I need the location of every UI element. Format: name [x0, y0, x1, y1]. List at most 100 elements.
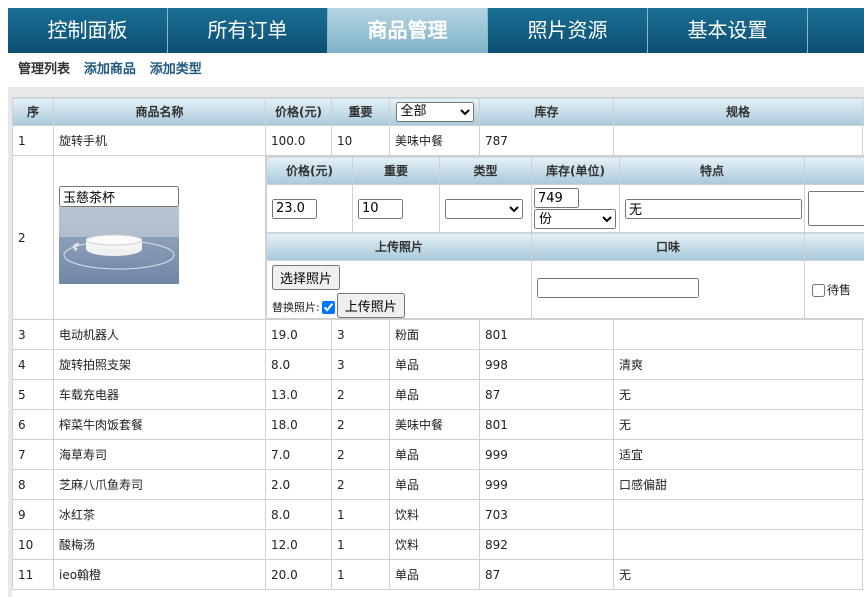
cell-name: 冰红茶 — [53, 499, 266, 530]
cell-stock: 801 — [479, 319, 614, 350]
price-input[interactable] — [272, 198, 317, 219]
cell-price: 20.0 — [265, 559, 332, 590]
table-row[interactable]: 9 冰红茶 8.0 1 饮料 703 — [12, 499, 864, 530]
edit-seq: 2 — [12, 155, 54, 320]
tab-photos[interactable]: 照片资源 — [488, 8, 648, 53]
cell-name: 电动机器人 — [53, 319, 266, 350]
cell-price: 18.0 — [265, 409, 332, 440]
cell-spec: 无 — [613, 379, 863, 410]
cell-type: 饮料 — [389, 529, 480, 560]
cell-spec: 适宜 — [613, 439, 863, 470]
upload-photo-cell: 选择照片 替换照片: 上传照片 — [266, 260, 532, 319]
table-row[interactable]: 5 车载充电器 13.0 2 单品 87 无 — [12, 379, 864, 410]
table-row[interactable]: 3 电动机器人 19.0 3 粉面 801 — [12, 319, 864, 350]
type-select[interactable] — [445, 198, 523, 219]
header-name: 商品名称 — [53, 97, 266, 126]
tab-more[interactable]: 范 — [808, 8, 864, 53]
cell-stock: 787 — [479, 125, 614, 156]
cell-priority: 2 — [331, 379, 390, 410]
sub-nav: 管理列表 添加商品 添加类型 — [8, 53, 864, 87]
cell-seq: 7 — [12, 439, 54, 470]
taste-textarea[interactable] — [537, 278, 699, 298]
table-row[interactable]: 11 ieo翰橙 20.0 1 单品 87 无 — [12, 559, 864, 590]
unit-select[interactable]: 份 — [534, 209, 616, 229]
cell-spec — [613, 319, 863, 350]
edit-feature-cell — [619, 184, 805, 233]
table-row[interactable]: 7 海草寿司 7.0 2 单品 999 适宜 — [12, 439, 864, 470]
edit-stock-cell: 份 — [531, 184, 620, 233]
cell-name: 芝麻八爪鱼寿司 — [53, 469, 266, 500]
pending-checkbox[interactable] — [812, 284, 825, 297]
table-row[interactable]: 6 榨菜牛肉饭套餐 18.0 2 美味中餐 801 无 — [12, 409, 864, 440]
cell-price: 12.0 — [265, 529, 332, 560]
cell-price: 8.0 — [265, 349, 332, 380]
edit-upload-row: 选择照片 替换照片: 上传照片 待售 — [266, 260, 864, 319]
cell-name: 海草寿司 — [53, 439, 266, 470]
table-header-row: 序 商品名称 价格(元) 重要 全部 库存 规格 — [12, 97, 864, 126]
cell-priority: 1 — [331, 529, 390, 560]
cell-stock: 703 — [479, 499, 614, 530]
cell-seq: 8 — [12, 469, 54, 500]
upload-photo-button[interactable]: 上传照片 — [336, 293, 405, 318]
cell-type: 单品 — [389, 349, 480, 380]
cell-stock: 999 — [479, 469, 614, 500]
cell-name: 酸梅汤 — [53, 529, 266, 560]
edit-detail-table: 价格(元) 重要 类型 库存(单位) 特点 23.0 10 749 份 无 上传… — [266, 156, 864, 319]
edit-detail-cell: 价格(元) 重要 类型 库存(单位) 特点 23.0 10 749 份 无 上传… — [265, 155, 864, 320]
table-row[interactable]: 10 酸梅汤 12.0 1 饮料 892 — [12, 529, 864, 560]
replace-photo-checkbox[interactable] — [321, 301, 335, 314]
cell-spec: 口感偏甜 — [613, 469, 863, 500]
choose-photo-button[interactable]: 选择照片 — [272, 265, 341, 290]
cell-price: 7.0 — [265, 439, 332, 470]
subnav-add-product[interactable]: 添加商品 — [84, 53, 136, 87]
edit-price-cell — [266, 184, 353, 233]
table-row[interactable]: 8 芝麻八爪鱼寿司 2.0 2 单品 999 口感偏甜 — [12, 469, 864, 500]
cell-type: 单品 — [389, 469, 480, 500]
top-nav: 控制面板 所有订单 商品管理 照片资源 基本设置 范 — [8, 8, 864, 53]
table-row[interactable]: 1 旋转手机 100.0 10 美味中餐 787 — [12, 125, 864, 156]
cell-type: 美味中餐 — [389, 125, 480, 156]
feature-input[interactable] — [625, 198, 802, 219]
tab-orders[interactable]: 所有订单 — [168, 8, 328, 53]
header-stock: 库存 — [479, 97, 614, 126]
edit-row: 2 玉慈茶杯 价格(元) 重要 类型 库存(单位) 特点 23.0 10 749… — [12, 155, 864, 320]
replace-photo-label: 替换照片: — [272, 301, 320, 314]
cell-seq: 6 — [12, 409, 54, 440]
cell-name: 旋转手机 — [53, 125, 266, 156]
cell-type: 粉面 — [389, 319, 480, 350]
cell-priority: 2 — [331, 469, 390, 500]
edit-type-cell — [439, 184, 532, 233]
subnav-add-type[interactable]: 添加类型 — [150, 53, 202, 87]
cell-seq: 5 — [12, 379, 54, 410]
table-row[interactable]: 4 旋转拍照支架 8.0 3 单品 998 清爽 — [12, 349, 864, 380]
edit-header-extra — [804, 156, 864, 185]
priority-input[interactable] — [358, 198, 403, 219]
edit-header-price: 价格(元) — [266, 156, 353, 185]
cell-spec: 无 — [613, 409, 863, 440]
cell-priority: 10 — [331, 125, 390, 156]
extra-input[interactable] — [808, 191, 864, 226]
cell-seq: 9 — [12, 499, 54, 530]
cell-name: 车载充电器 — [53, 379, 266, 410]
type-filter-select[interactable]: 全部 — [395, 101, 474, 122]
tab-settings[interactable]: 基本设置 — [648, 8, 808, 53]
cell-price: 100.0 — [265, 125, 332, 156]
cell-type: 饮料 — [389, 499, 480, 530]
product-table: 序 商品名称 价格(元) 重要 全部 库存 规格 1 旋转手机 100.0 10 — [12, 97, 864, 590]
cell-price: 2.0 — [265, 469, 332, 500]
cell-name: 榨菜牛肉饭套餐 — [53, 409, 266, 440]
edit-header-type: 类型 — [439, 156, 532, 185]
product-name-input[interactable] — [59, 186, 179, 207]
cell-spec — [613, 125, 863, 156]
cell-seq: 1 — [12, 125, 54, 156]
cell-stock: 999 — [479, 439, 614, 470]
cell-seq: 3 — [12, 319, 54, 350]
tab-dashboard[interactable]: 控制面板 — [8, 8, 168, 53]
subnav-manage-list[interactable]: 管理列表 — [18, 53, 70, 87]
cell-priority: 3 — [331, 319, 390, 350]
taste-header: 口味 — [531, 232, 805, 261]
stock-input[interactable] — [534, 188, 579, 208]
tab-products[interactable]: 商品管理 — [328, 8, 488, 53]
cell-spec — [613, 499, 863, 530]
upload-photo-header: 上传照片 — [266, 232, 532, 261]
